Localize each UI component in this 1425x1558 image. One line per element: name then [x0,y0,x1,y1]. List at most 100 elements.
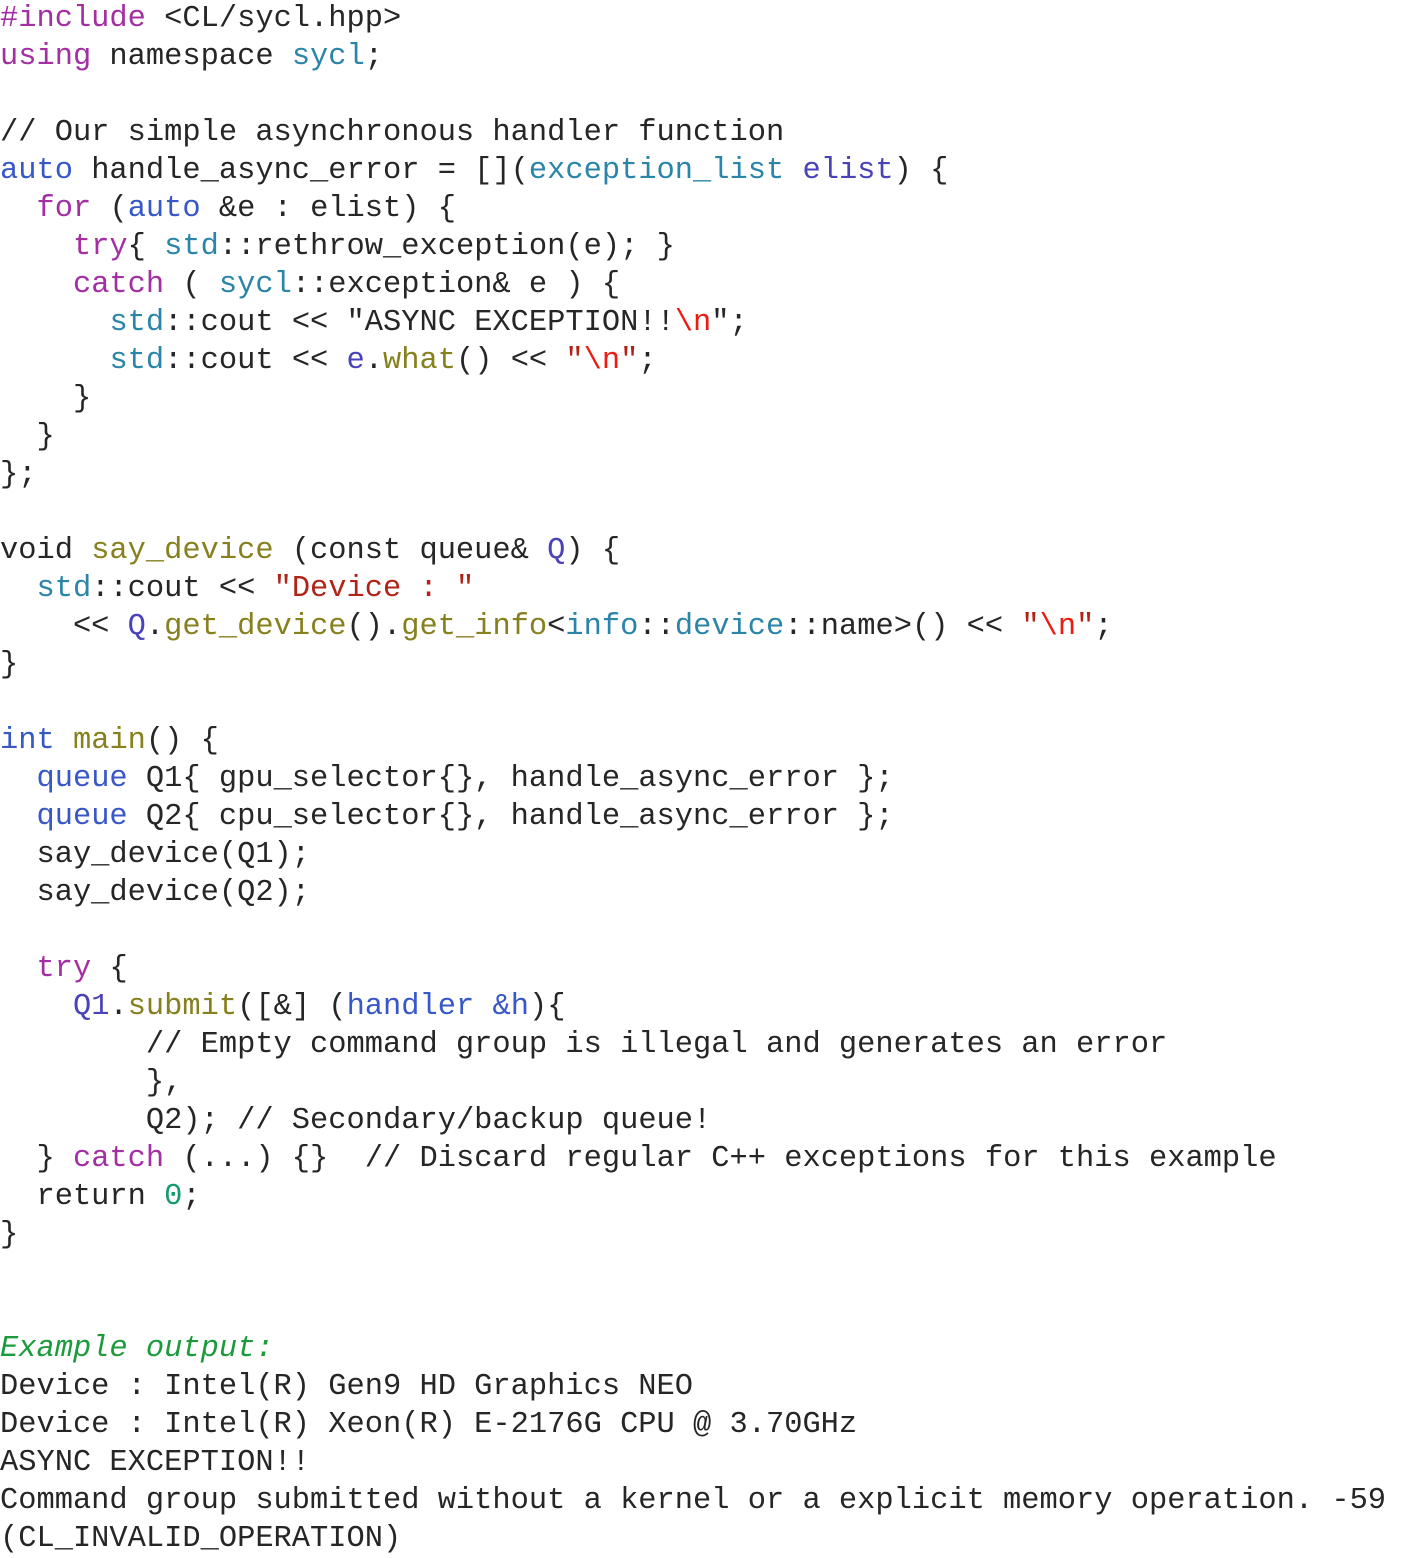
code-token-output: Device : Intel(R) Xeon(R) E-2176G CPU @ … [0,1408,858,1442]
code-token-type: handler [346,990,475,1024]
code-token-class: exception_list [528,154,785,188]
code-token-output: ASYNC EXCEPTION!! [0,1446,311,1480]
code-token-plain: { [127,230,165,264]
code-token-namespace: info [565,610,639,644]
code-line: for (auto &e : elist) { [0,190,1425,228]
code-line: void say_device (const queue& Q) { [0,532,1425,570]
code-token-plain: ; [364,40,384,74]
code-line: // Empty command group is illegal and ge… [0,1026,1425,1064]
code-token-plain: ( [91,192,128,226]
code-token-string: "ASYNC EXCEPTION!! [346,306,675,340]
code-token-number: 0 [164,1180,183,1214]
code-line: std::cout << "Device : " [0,570,1425,608]
code-token-plain: . [109,990,128,1024]
code-token-plain: } [0,1218,19,1252]
code-token-var: elist [802,154,894,188]
code-token-func: submit [127,990,238,1024]
code-token-plain: () << [455,344,566,378]
code-token-plain: handle_async_error = []( [72,154,529,188]
code-token-plain: ::cout << [164,306,347,340]
code-line: #include <CL/sycl.hpp> [0,0,1425,38]
code-line: say_device(Q1); [0,836,1425,874]
code-line: } [0,418,1425,456]
code-token-type: auto [127,192,201,226]
code-token-plain: (...) {} [164,1142,365,1176]
code-token-string: " [711,306,730,340]
code-token-plain: }, [0,1066,183,1100]
code-line: (CL_INVALID_OPERATION) [0,1520,1425,1558]
code-token-keyword: catch [72,268,165,302]
code-token-plain: ; [182,1180,201,1214]
code-token-type: queue [36,800,128,834]
code-token-namespace: std [109,344,165,378]
code-token-namespace: device [674,610,785,644]
code-line: Q1.submit([&] (handler &h){ [0,988,1425,1026]
code-token-plain: . [364,344,384,378]
code-token-plain: :: [638,610,675,644]
code-token-namespace: sycl [218,268,292,302]
code-token-type: int [0,724,55,758]
code-token-comment: // Secondary/backup queue! [237,1104,712,1138]
code-token-comment: // Our simple asynchronous handler funct… [0,116,785,150]
code-token-string-red: "Device : " [273,572,475,606]
code-token-keyword: using [0,40,92,74]
code-line: int main() { [0,722,1425,760]
code-line: Q2); // Secondary/backup queue! [0,1102,1425,1140]
code-token-namespace: std [164,230,219,264]
code-token-plain: } [0,382,92,416]
code-token-plain: say_device(Q2); [0,876,311,910]
code-line: return 0; [0,1178,1425,1216]
code-token-plain: ; [1094,610,1113,644]
code-token-output-hdr: Example output: [0,1332,274,1366]
code-token-type: auto [0,154,73,188]
code-token-plain: ::exception& e ) { [291,268,621,302]
code-token-plain: (const queue& [273,534,548,568]
code-token-plain: Q1{ gpu_selector{}, handle_async_error }… [127,762,894,796]
code-token-plain: ::cout << [91,572,274,606]
code-token-plain: ::cout << [164,344,347,378]
code-token-preproc: #include [0,2,146,36]
code-token-plain: namespace [91,40,292,74]
code-token-string-red: " [565,344,584,378]
code-token-plain: return [0,1180,165,1214]
code-line: std::cout << e.what() << "\n"; [0,342,1425,380]
code-line: } [0,1216,1425,1254]
code-token-namespace: std [109,306,165,340]
code-line: try { [0,950,1425,988]
code-token-plain: &e : elist) { [200,192,456,226]
code-token-plain: < [547,610,566,644]
code-token-plain: ) { [565,534,621,568]
code-token-plain: } [0,1142,73,1176]
code-token-string-red: " [1021,610,1040,644]
code-line: // Our simple asynchronous handler funct… [0,114,1425,152]
code-token-type: &h [492,990,529,1024]
code-line: try{ std::rethrow_exception(e); } [0,228,1425,266]
code-line: auto handle_async_error = [](exception_l… [0,152,1425,190]
code-line: } [0,380,1425,418]
code-line: } [0,646,1425,684]
code-token-keyword: try [36,952,92,986]
code-token-var: Q1 [72,990,110,1024]
code-token-func: get_info [401,610,548,644]
code-line: ASYNC EXCEPTION!! [0,1444,1425,1482]
code-line: queue Q2{ cpu_selector{}, handle_async_e… [0,798,1425,836]
code-token-string-red: " [1076,610,1095,644]
code-token-plain: { [91,952,128,986]
code-token-func: get_device [164,610,347,644]
